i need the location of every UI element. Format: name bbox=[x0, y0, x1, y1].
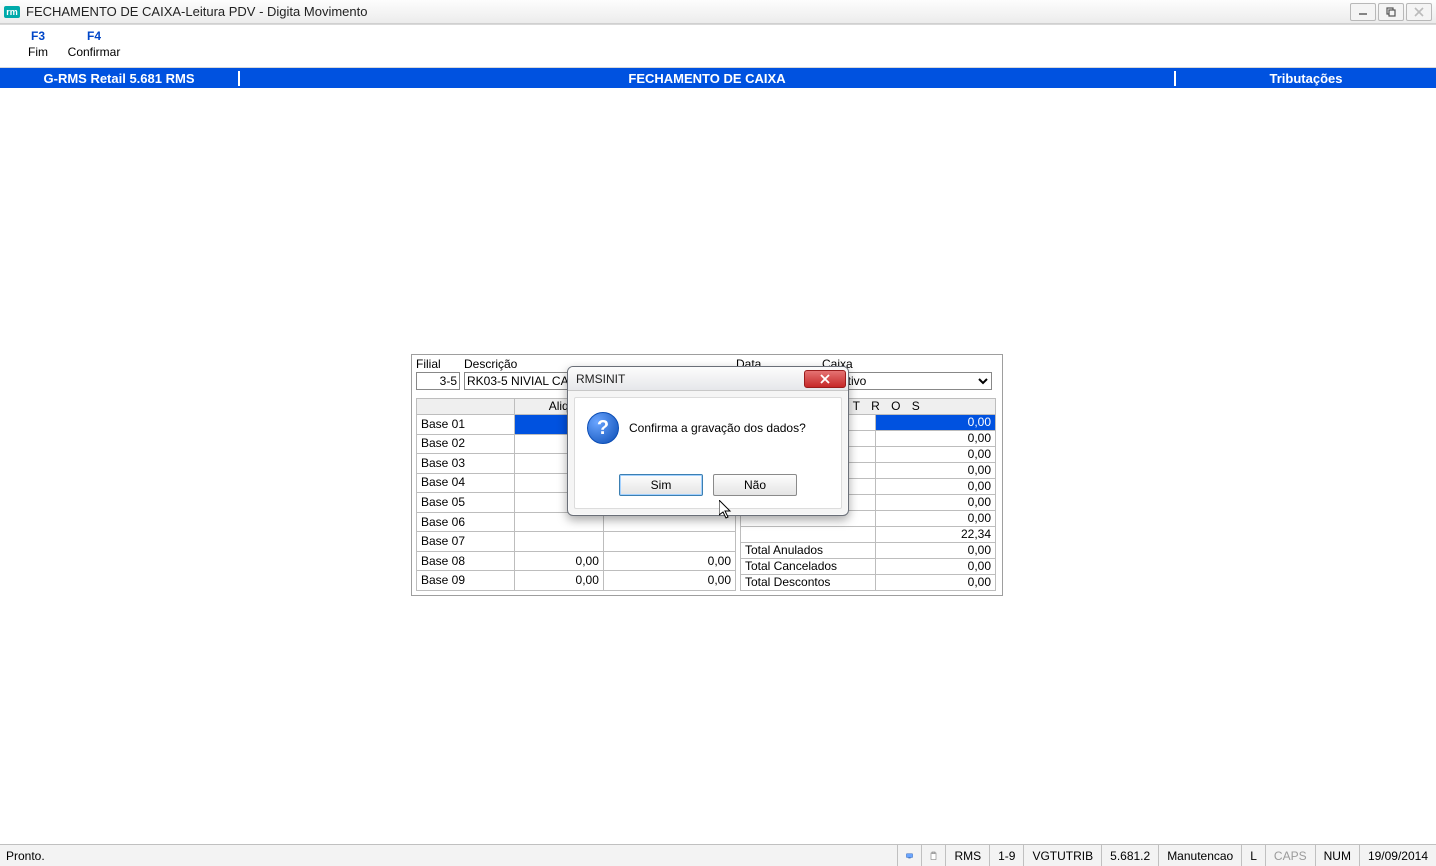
dialog-title: RMSINIT bbox=[576, 372, 804, 386]
outros-row-value: 0,00 bbox=[875, 575, 995, 591]
dialog-message: Confirma a gravação dos dados? bbox=[629, 421, 829, 435]
dialog-yes-button[interactable]: Sim bbox=[619, 474, 703, 496]
outros-row-value: 0,00 bbox=[875, 559, 995, 575]
base-row-value: 0,00 bbox=[603, 551, 735, 571]
base-row-value: 0,00 bbox=[603, 571, 735, 591]
outros-row-label: Total Anulados bbox=[741, 543, 876, 559]
status-manut: Manutencao bbox=[1158, 845, 1241, 866]
base-grid-header-0 bbox=[417, 399, 515, 415]
outros-row-label: Total Descontos bbox=[741, 575, 876, 591]
outros-row-value: 0,00 bbox=[875, 495, 995, 511]
outros-row-value: 0,00 bbox=[875, 511, 995, 527]
outros-row-value: 0,00 bbox=[875, 447, 995, 463]
base-row-aliq: 0,00 bbox=[514, 551, 603, 571]
base-row-value bbox=[603, 532, 735, 552]
base-row-label: Base 08 bbox=[417, 551, 515, 571]
filial-input[interactable] bbox=[416, 372, 460, 390]
app-icon: rm bbox=[4, 6, 20, 18]
outros-row-value: 22,34 bbox=[875, 527, 995, 543]
outros-row-label: Total Cancelados bbox=[741, 559, 876, 575]
status-num: NUM bbox=[1315, 845, 1359, 866]
base-row-label: Base 07 bbox=[417, 532, 515, 552]
menu-confirmar-label: Confirmar bbox=[68, 45, 121, 61]
dialog-close-button[interactable] bbox=[804, 370, 846, 388]
status-vgt: VGTUTRIB bbox=[1023, 845, 1101, 866]
menu-confirmar[interactable]: F4 Confirmar bbox=[66, 29, 122, 60]
status-version: 5.681.2 bbox=[1101, 845, 1158, 866]
base-row-label: Base 06 bbox=[417, 512, 515, 532]
base-row-label: Base 01 bbox=[417, 415, 515, 435]
table-row[interactable]: Base 080,000,00 bbox=[417, 551, 736, 571]
outros-row-value: 0,00 bbox=[875, 431, 995, 447]
minimize-button[interactable] bbox=[1350, 3, 1376, 21]
base-row-aliq: 0,00 bbox=[514, 571, 603, 591]
status-clipboard-icon[interactable] bbox=[921, 845, 945, 866]
menu-fim-label: Fim bbox=[28, 45, 48, 61]
filial-label: Filial bbox=[416, 357, 460, 371]
status-bar: Pronto. RMS 1-9 VGTUTRIB 5.681.2 Manuten… bbox=[0, 844, 1436, 866]
dialog-titlebar: RMSINIT bbox=[568, 367, 848, 391]
confirm-dialog: RMSINIT ? Confirma a gravação dos dados?… bbox=[567, 366, 849, 516]
base-row-label: Base 03 bbox=[417, 454, 515, 474]
base-row-label: Base 04 bbox=[417, 473, 515, 493]
menu-confirmar-fkey: F4 bbox=[87, 29, 101, 45]
table-row[interactable]: Total Anulados0,00 bbox=[741, 543, 996, 559]
base-row-label: Base 02 bbox=[417, 434, 515, 454]
status-date: 19/09/2014 bbox=[1359, 845, 1436, 866]
dialog-no-button[interactable]: Não bbox=[713, 474, 797, 496]
table-row[interactable]: Total Descontos0,00 bbox=[741, 575, 996, 591]
outros-row-value: 0,00 bbox=[875, 463, 995, 479]
base-row-label: Base 05 bbox=[417, 493, 515, 513]
base-row-aliq bbox=[514, 532, 603, 552]
status-monitor-icon[interactable] bbox=[897, 845, 921, 866]
table-row[interactable]: Base 07 bbox=[417, 532, 736, 552]
maximize-button[interactable] bbox=[1378, 3, 1404, 21]
table-row[interactable]: 22,34 bbox=[741, 527, 996, 543]
outros-row-value: 0,00 bbox=[875, 415, 995, 431]
window-controls bbox=[1350, 3, 1432, 21]
menu-fim[interactable]: F3 Fim bbox=[10, 29, 66, 60]
band-title: FECHAMENTO DE CAIXA bbox=[240, 71, 1176, 86]
band-product: G-RMS Retail 5.681 RMS bbox=[0, 71, 240, 86]
menubar: F3 Fim F4 Confirmar bbox=[0, 24, 1436, 68]
status-caps: CAPS bbox=[1265, 845, 1315, 866]
status-ready: Pronto. bbox=[0, 849, 897, 863]
table-row[interactable]: Total Cancelados0,00 bbox=[741, 559, 996, 575]
outros-row-value: 0,00 bbox=[875, 479, 995, 495]
titlebar: rm FECHAMENTO DE CAIXA-Leitura PDV - Dig… bbox=[0, 0, 1436, 24]
status-l: L bbox=[1241, 845, 1265, 866]
status-1-9: 1-9 bbox=[989, 845, 1023, 866]
menu-fim-fkey: F3 bbox=[31, 29, 45, 45]
table-row[interactable]: Base 090,000,00 bbox=[417, 571, 736, 591]
band-tab-tributacoes[interactable]: Tributações bbox=[1176, 71, 1436, 86]
close-button[interactable] bbox=[1406, 3, 1432, 21]
status-rms: RMS bbox=[945, 845, 989, 866]
window-title: FECHAMENTO DE CAIXA-Leitura PDV - Digita… bbox=[26, 4, 367, 19]
outros-row-value: 0,00 bbox=[875, 543, 995, 559]
base-row-label: Base 09 bbox=[417, 571, 515, 591]
outros-row-label bbox=[741, 527, 876, 543]
question-icon: ? bbox=[587, 412, 619, 444]
header-band: G-RMS Retail 5.681 RMS FECHAMENTO DE CAI… bbox=[0, 68, 1436, 88]
